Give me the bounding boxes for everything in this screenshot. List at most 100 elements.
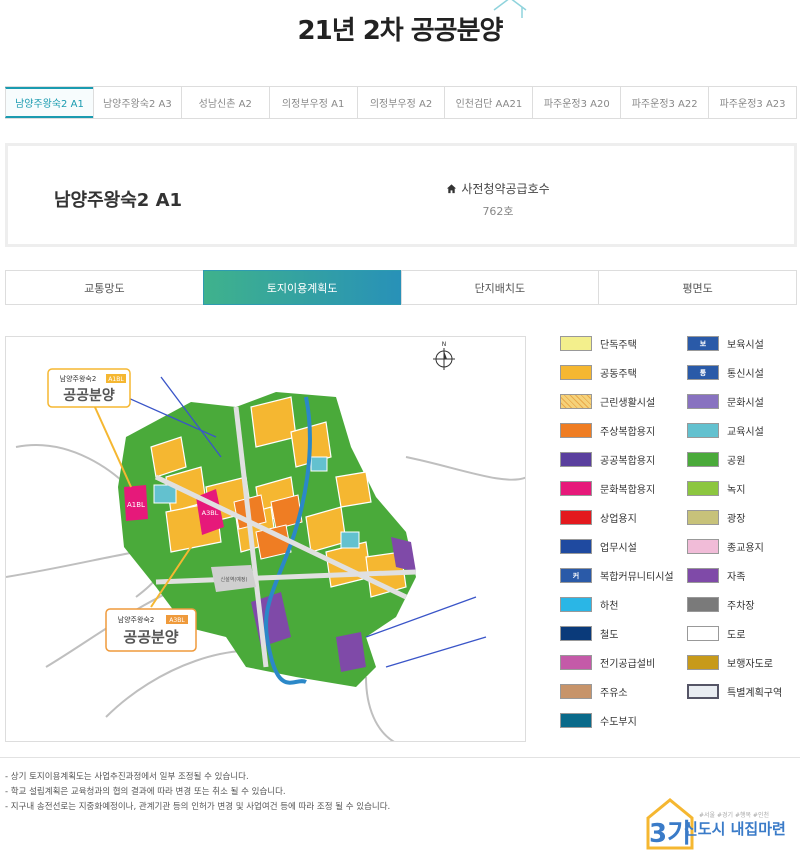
- legend-item: 종교용지: [687, 539, 764, 554]
- page-title: 21년 2차 공공분양: [0, 10, 800, 47]
- legend-item: 자족: [687, 568, 745, 583]
- legend-item: 보 보육시설: [687, 336, 764, 351]
- callout-a1bl: 남양주왕숙2 A1BL 공공분양: [47, 368, 131, 408]
- legend-swatch: [560, 684, 592, 699]
- legend-item: 보행자도로: [687, 655, 773, 670]
- complex-name: 남양주왕숙2 A1: [54, 190, 183, 211]
- legend-label: 상업용지: [600, 514, 637, 525]
- legend-label: 녹지: [727, 485, 746, 496]
- tab-namyangju-a1[interactable]: 남양주왕숙2 A1: [5, 87, 93, 118]
- legend-swatch: [560, 336, 592, 351]
- parcel-a3bl-label: A3BL: [202, 509, 219, 517]
- compass-label: N: [442, 341, 447, 348]
- tab-site-layout[interactable]: 단지배치도: [400, 270, 600, 305]
- legend-swatch: [687, 452, 719, 467]
- tab-label: 성남신촌 A2: [198, 99, 252, 110]
- legend-label: 전기공급설비: [600, 659, 656, 670]
- legend-swatch: 통: [687, 365, 719, 380]
- tab-label: 파주운정3 A23: [719, 99, 786, 110]
- tab-land-use-plan[interactable]: 토지이용계획도: [202, 270, 402, 305]
- tab-label: 의정부우정 A2: [369, 99, 433, 110]
- legend-swatch: [560, 423, 592, 438]
- brand-text: 신도시 내집마련: [684, 820, 786, 838]
- legend-swatch: [687, 597, 719, 612]
- legend-swatch: [560, 597, 592, 612]
- legend-label: 복합커뮤니티시설: [600, 572, 674, 583]
- station-label: 신설역(예정): [221, 576, 248, 583]
- legend-item: 수도부지: [560, 713, 637, 728]
- note-line: - 학교 설립계획은 교육청과의 협의 결과에 따라 변경 또는 취소 될 수 …: [5, 787, 286, 797]
- legend-swatch: 커: [560, 568, 592, 583]
- home-icon: [447, 184, 457, 194]
- legend-swatch: [687, 539, 719, 554]
- tab-label: 남양주왕숙2 A3: [102, 99, 172, 110]
- brand-logo: 3기 #서울 #경기 #행복 #인천 신도시 내집마련: [644, 796, 800, 851]
- legend-swatch: [687, 394, 719, 409]
- legend-label: 공원: [727, 456, 746, 467]
- callout-a1-code: A1BL: [108, 376, 124, 383]
- tab-label: 남양주왕숙2 A1: [15, 99, 84, 110]
- legend-item: 통 통신시설: [687, 365, 764, 380]
- legend-label: 보행자도로: [727, 659, 773, 670]
- tab-label: 파주운정3 A20: [543, 99, 610, 110]
- legend-item: 단독주택: [560, 336, 637, 351]
- tab-paju-a22[interactable]: 파주운정3 A22: [620, 87, 708, 118]
- tab-floor-plan[interactable]: 평면도: [598, 270, 797, 305]
- legend-swatch: [560, 539, 592, 554]
- subtab-label: 단지배치도: [474, 281, 526, 295]
- legend-label: 하천: [600, 601, 619, 612]
- legend-item: 공동주택: [560, 365, 637, 380]
- tab-uijeongbu-a1[interactable]: 의정부우정 A1: [268, 87, 357, 118]
- legend-swatch: [560, 510, 592, 525]
- legend-item: 근린생활시설: [560, 394, 655, 409]
- legend-item: 녹지: [687, 481, 745, 496]
- legend-item: 주상복합용지: [560, 423, 655, 438]
- legend-swatch: [560, 394, 592, 409]
- notes-divider: [0, 757, 800, 758]
- supply-value: 762호: [482, 205, 514, 218]
- tab-incheon-aa21[interactable]: 인천검단 AA21: [444, 87, 532, 118]
- legend-label: 교육시설: [727, 427, 764, 438]
- legend-label: 공동주택: [600, 369, 637, 380]
- legend-label: 주유소: [600, 688, 628, 699]
- legend-label: 광장: [727, 514, 746, 525]
- legend-label: 단독주택: [600, 340, 637, 351]
- legend-label: 보육시설: [727, 340, 764, 351]
- tab-paju-a20[interactable]: 파주운정3 A20: [532, 87, 620, 118]
- legend-item: 문화시설: [687, 394, 764, 409]
- legend-item: 업무시설: [560, 539, 637, 554]
- legend-label: 공공복합용지: [600, 456, 656, 467]
- legend-item: 커 복합커뮤니티시설: [560, 568, 674, 583]
- tab-seongnam-a2[interactable]: 성남신촌 A2: [180, 87, 269, 118]
- legend-label: 특별계획구역: [727, 688, 783, 699]
- legend-label: 업무시설: [600, 543, 637, 554]
- tab-label: 의정부우정 A1: [281, 99, 345, 110]
- legend-label: 문화시설: [727, 398, 764, 409]
- legend-item: 상업용지: [560, 510, 637, 525]
- callout-a3-title: 남양주왕숙2: [118, 615, 155, 624]
- tab-traffic-map[interactable]: 교통망도: [5, 270, 204, 305]
- note-line: - 상기 토지이용계획도는 사업추진과정에서 일부 조정될 수 있습니다.: [5, 772, 249, 782]
- legend-swatch: [687, 684, 719, 699]
- tab-uijeongbu-a2[interactable]: 의정부우정 A2: [356, 87, 445, 118]
- land-use-map: A1BL A3BL 신설역(예정) N 남양주왕숙2 A1BL 공공분양 남양주…: [5, 336, 526, 742]
- callout-a3-text: 공공분양: [123, 628, 178, 646]
- legend-swatch: [560, 626, 592, 641]
- callout-a3-code: A3BL: [169, 617, 185, 624]
- supply-info: 사전청약공급호수 762호: [428, 180, 568, 219]
- parcel-a1bl-label: A1BL: [127, 501, 145, 509]
- callout-a1-title: 남양주왕숙2: [60, 374, 97, 383]
- legend-swatch: [687, 481, 719, 496]
- legend-item: 문화복합용지: [560, 481, 655, 496]
- subtab-label: 교통망도: [84, 281, 125, 295]
- legend-label: 도로: [727, 630, 746, 641]
- tab-paju-a23[interactable]: 파주운정3 A23: [708, 87, 798, 118]
- legend-swatch: 보: [687, 336, 719, 351]
- legend-label: 주차장: [727, 601, 755, 612]
- legend-item: 공원: [687, 452, 745, 467]
- legend-swatch: [687, 568, 719, 583]
- tab-namyangju-a3[interactable]: 남양주왕숙2 A3: [92, 87, 181, 118]
- legend-item: 주유소: [560, 684, 628, 699]
- callout-a1-text: 공공분양: [63, 388, 115, 404]
- legend-label: 문화복합용지: [600, 485, 656, 496]
